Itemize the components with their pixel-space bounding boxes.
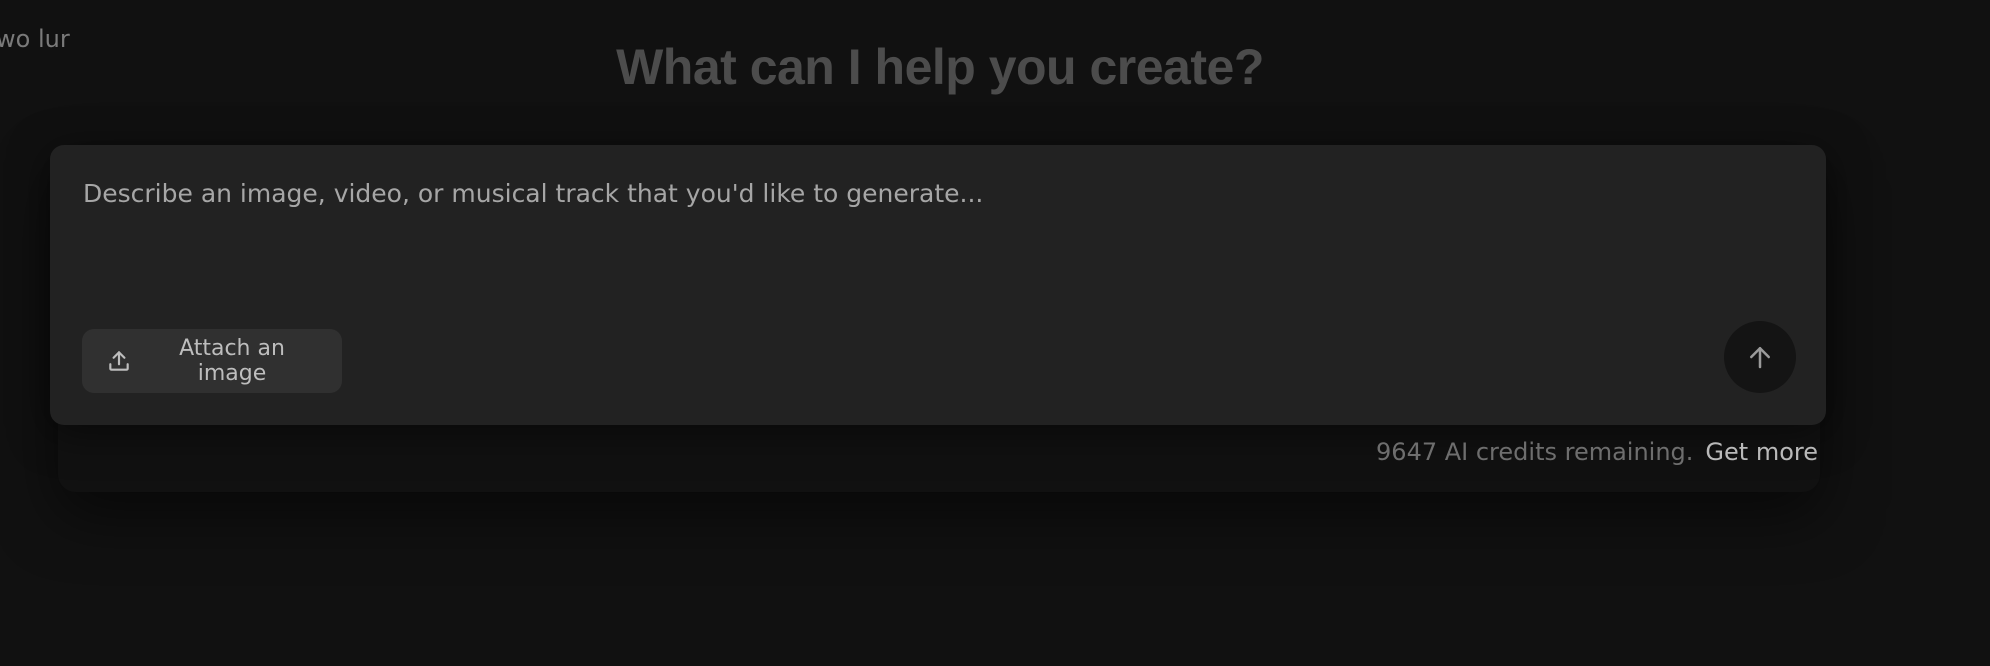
prompt-card: Attach an image (50, 145, 1826, 425)
attach-image-label: Attach an image (179, 336, 285, 386)
arrow-up-icon (1745, 342, 1775, 372)
upload-icon (106, 348, 132, 374)
credits-remaining-text: 9647 AI credits remaining. (1376, 438, 1694, 466)
send-button[interactable] (1724, 321, 1796, 393)
attach-image-button[interactable]: Attach an image (82, 329, 342, 393)
prompt-input[interactable] (81, 175, 1785, 289)
page-title: What can I help you create? (616, 39, 1264, 95)
get-more-link[interactable]: Get more (1705, 438, 1818, 466)
credits-row: 9647 AI credits remaining. Get more (1376, 438, 1818, 466)
